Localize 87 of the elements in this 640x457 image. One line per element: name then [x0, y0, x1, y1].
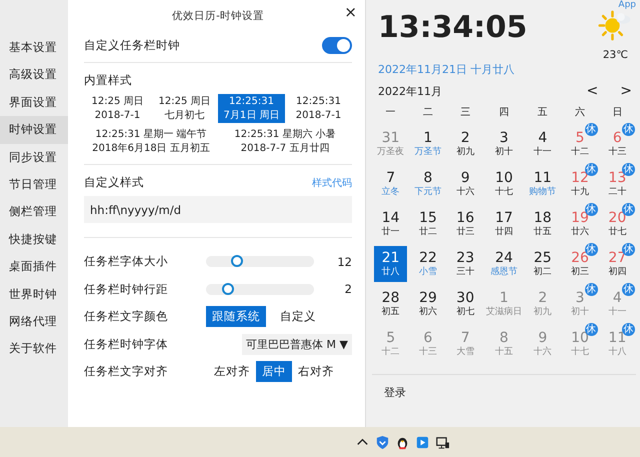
calendar-day[interactable]: 2 初九	[448, 126, 482, 162]
sidebar-item[interactable]: 同步设置	[0, 144, 68, 171]
option-button[interactable]: 右对齐	[292, 361, 340, 382]
sun-cloud-icon	[598, 10, 632, 41]
calendar-day[interactable]: 30 初七	[448, 286, 482, 322]
rest-day-badge: 休	[622, 123, 635, 136]
setting-label: 任务栏时钟字体	[84, 336, 169, 352]
option-button[interactable]: 左对齐	[208, 361, 256, 382]
style-option[interactable]: 12:25 周日 2018-7-1	[84, 94, 151, 123]
weekday-header: 五	[536, 106, 549, 120]
calendar-day[interactable]: 29 初六	[411, 286, 445, 322]
calendar-day[interactable]: 7 立冬	[374, 166, 408, 202]
setting-label: 任务栏文字颜色	[84, 309, 169, 324]
style-option[interactable]: 12:25:31 星期一 端午节 2018年6月18日 五月初五	[84, 127, 218, 156]
option-button[interactable]: 自定义	[274, 306, 322, 328]
monitor-icon[interactable]	[435, 434, 450, 450]
option-button[interactable]: 居中	[256, 361, 292, 382]
calendar-day[interactable]: 14 廿一	[374, 206, 408, 242]
window-title: 优效日历-时钟设置	[172, 9, 264, 23]
slider-thumb[interactable]	[230, 255, 243, 268]
sidebar-item[interactable]: 节日管理	[0, 170, 68, 198]
calendar-day[interactable]: 11 购物节	[526, 166, 560, 202]
toggle-switch[interactable]	[322, 36, 352, 54]
login-button[interactable]: 登录	[372, 381, 418, 404]
close-button[interactable]: ×	[344, 3, 357, 21]
slider[interactable]	[206, 284, 314, 295]
weekday-header: 四	[498, 106, 510, 120]
sidebar-item[interactable]: 侧栏管理	[0, 198, 68, 226]
shield-icon[interactable]	[375, 434, 390, 450]
option-button[interactable]: 跟随系统	[206, 306, 266, 328]
rest-day-badge: 休	[622, 283, 635, 296]
next-month-button[interactable]: >	[620, 83, 632, 99]
weekday-header: 三	[459, 106, 472, 120]
calendar-day[interactable]: 4 十一	[526, 126, 560, 162]
setting-label: 任务栏字体大小	[84, 254, 169, 270]
sidebar-item[interactable]: 关于软件	[0, 335, 68, 363]
calendar-day[interactable]: 17 廿四	[486, 206, 522, 242]
date-text: 2022年11月21日 十月廿八	[378, 62, 516, 77]
sidebar-item[interactable]: 桌面插件	[0, 253, 68, 281]
slider[interactable]	[206, 256, 314, 268]
calendar-day[interactable]: 8 下元节	[411, 166, 445, 202]
weekday-header: 一	[384, 106, 397, 120]
section-heading: 内置样式	[84, 73, 133, 88]
slider-thumb[interactable]	[222, 282, 234, 295]
style-option[interactable]: 12:25 周日 七月初七	[151, 94, 218, 123]
setting-label: 任务栏文字对齐	[84, 364, 169, 380]
calendar-day[interactable]: 25 初二	[526, 246, 560, 282]
setting-label: 自定义任务栏时钟	[84, 38, 180, 52]
input-field[interactable]: hh:ff\nyyyy/m/d	[84, 196, 352, 223]
month-title: 2022年11月	[378, 84, 442, 98]
calendar-day[interactable]: 24 感恩节	[486, 246, 522, 282]
calendar-day[interactable]: 23 三十	[448, 246, 482, 282]
calendar-day[interactable]: 28 初五	[374, 286, 408, 322]
rest-day-badge: 休	[584, 123, 598, 136]
rest-day-badge: 休	[584, 283, 598, 296]
sidebar-item[interactable]: 时钟设置	[0, 116, 68, 144]
font-dropdown[interactable]: 可里巴巴普惠体 M ▼	[242, 334, 352, 355]
slider-value: 2	[344, 282, 352, 296]
calendar-day[interactable]: 16 廿三	[448, 206, 482, 242]
style-option[interactable]: 12:25:31 7月1日 周日	[218, 94, 285, 123]
setting-label: 任务栏时钟行距	[84, 282, 169, 297]
calendar-day[interactable]: 22 小雪	[411, 246, 445, 282]
calendar-day[interactable]: 15 廿二	[411, 206, 445, 242]
style-option[interactable]: 12:25:31 2018-7-1	[285, 94, 352, 123]
sidebar-item[interactable]: 基本设置	[0, 34, 68, 62]
sidebar-item[interactable]: 网络代理	[0, 308, 68, 336]
slider-value: 12	[337, 254, 352, 269]
app-icon[interactable]	[415, 434, 430, 450]
sidebar-item[interactable]: 高级设置	[0, 61, 68, 89]
calendar-day[interactable]: 1 万圣节	[411, 126, 445, 162]
temperature: 23℃	[602, 49, 628, 61]
calendar-day[interactable]: 3 初十	[486, 126, 522, 162]
previous-month-button[interactable]: <	[586, 83, 598, 99]
style-option[interactable]: 12:25:31 星期六 小暑 2018-7-7 五月廿四	[218, 127, 352, 156]
calendar-day[interactable]: 9 十六	[448, 166, 482, 202]
calendar-day[interactable]: 10 十七	[486, 166, 522, 202]
weekday-header: 六	[574, 106, 586, 120]
clock-time: 13:34:05	[378, 10, 528, 46]
sidebar-item[interactable]: 世界时钟	[0, 280, 68, 308]
weekday-header: 日	[611, 106, 624, 120]
calendar-day[interactable]: 21 廿八	[374, 246, 408, 282]
section-heading: 自定义样式	[84, 175, 144, 190]
rest-day-badge: 休	[622, 323, 635, 336]
sidebar-item[interactable]: 界面设置	[0, 88, 68, 116]
sidebar-item[interactable]: 快捷按键	[0, 226, 68, 254]
weekday-header: 二	[422, 106, 434, 120]
calendar-day[interactable]: 18 廿五	[526, 206, 560, 242]
